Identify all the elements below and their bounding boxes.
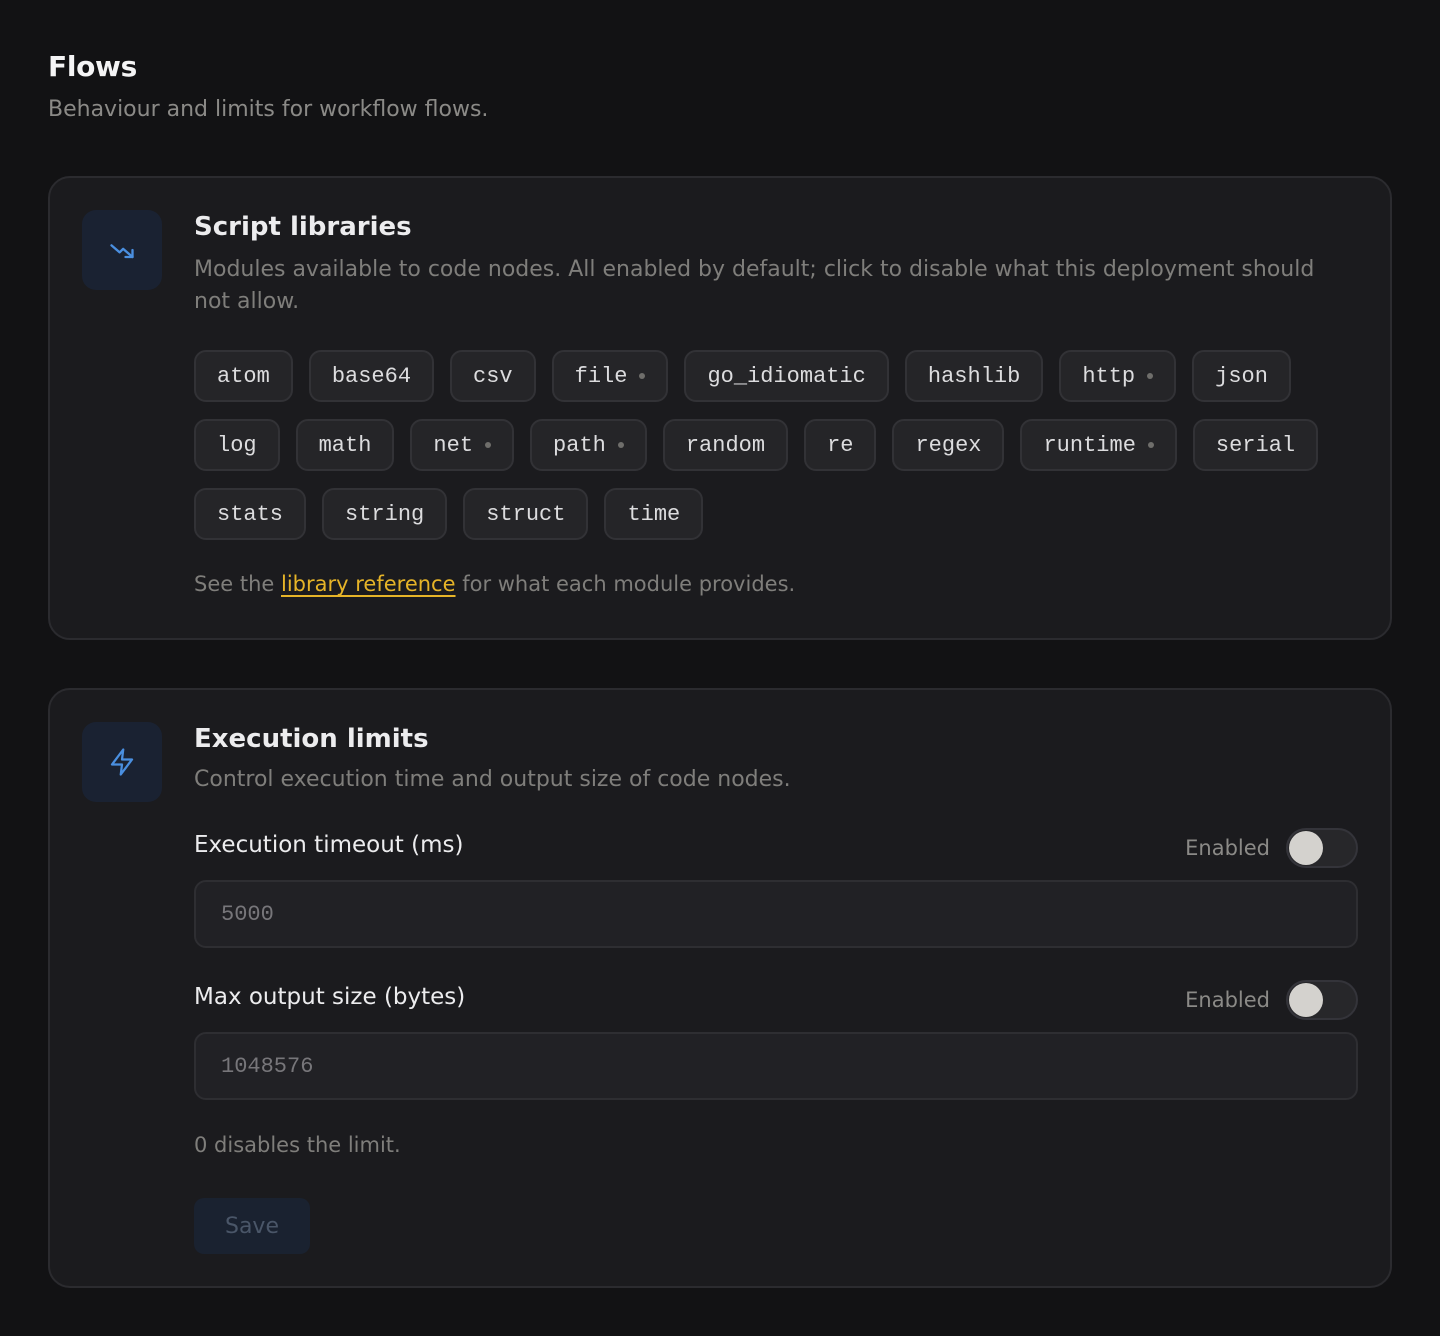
module-chip-string[interactable]: string xyxy=(322,488,448,540)
module-chip-math[interactable]: math xyxy=(295,419,395,471)
module-chip-label: math xyxy=(318,432,372,458)
footnote-suffix: for what each module provides. xyxy=(462,572,796,596)
trending-down-icon xyxy=(82,210,162,290)
module-chip-atom[interactable]: atom xyxy=(194,350,293,402)
module-chip-runtime[interactable]: runtime xyxy=(1020,419,1177,471)
module-chip-list: atom base64 csv file go_idiomatic hashlib http… xyxy=(194,350,1364,540)
module-chip-label: time xyxy=(627,501,681,527)
module-chip-label: file xyxy=(574,363,628,389)
footnote-prefix: See the xyxy=(194,572,275,596)
toggle-knob xyxy=(1289,983,1323,1017)
execution-limits-title: Execution limits xyxy=(194,724,429,754)
execution-timeout-label: Execution timeout (ms) xyxy=(194,832,464,858)
module-chip-json[interactable]: json xyxy=(1192,350,1291,402)
execution-limits-description: Control execution time and output size o… xyxy=(194,767,791,792)
page-title: Flows xyxy=(48,50,137,83)
module-chip-struct[interactable]: struct xyxy=(463,488,589,540)
save-button[interactable]: Save xyxy=(194,1198,310,1254)
execution-timeout-toggle-label: Enabled xyxy=(1185,836,1270,860)
module-chip-label: stats xyxy=(217,501,284,527)
execution-timeout-toggle-group: Enabled xyxy=(1185,828,1358,868)
module-chip-time[interactable]: time xyxy=(604,488,704,540)
module-chip-path[interactable]: path xyxy=(530,419,647,471)
limit-hint: 0 disables the limit. xyxy=(194,1133,401,1157)
settings-page: Flows Behaviour and limits for workflow … xyxy=(0,0,1440,1336)
module-chip-stats[interactable]: stats xyxy=(194,488,307,540)
module-chip-label: runtime xyxy=(1043,432,1136,458)
module-dot-indicator xyxy=(639,373,646,379)
module-chip-label: base64 xyxy=(331,363,412,389)
lightning-icon xyxy=(82,722,162,802)
module-chip-net[interactable]: net xyxy=(410,419,515,471)
module-chip-label: go_idiomatic xyxy=(707,363,866,389)
toggle-knob xyxy=(1289,831,1323,865)
module-chip-label: struct xyxy=(486,501,566,527)
module-chip-label: csv xyxy=(473,363,513,389)
module-chip-label: random xyxy=(685,432,766,458)
max-output-toggle[interactable] xyxy=(1286,980,1358,1020)
module-chip-label: hashlib xyxy=(927,363,1021,389)
max-output-label: Max output size (bytes) xyxy=(194,984,466,1010)
script-libraries-description: Modules available to code nodes. All ena… xyxy=(194,257,1315,314)
module-chip-label: log xyxy=(217,432,257,458)
max-output-toggle-label: Enabled xyxy=(1185,988,1270,1012)
module-chip-label: net xyxy=(433,432,474,458)
module-chip-label: serial xyxy=(1215,432,1296,458)
module-dot-indicator xyxy=(1147,373,1154,379)
module-chip-csv[interactable]: csv xyxy=(450,350,536,402)
max-output-input[interactable] xyxy=(194,1032,1358,1100)
max-output-toggle-group: Enabled xyxy=(1185,980,1358,1020)
module-dot-indicator xyxy=(617,442,624,448)
library-reference-link[interactable]: library reference xyxy=(281,572,456,596)
script-libraries-card: Script libraries Modules available to co… xyxy=(48,176,1392,640)
module-chip-label: http xyxy=(1082,363,1136,389)
page-subtitle: Behaviour and limits for workflow flows. xyxy=(48,97,489,122)
module-dot-indicator xyxy=(1147,442,1154,448)
module-chip-label: path xyxy=(553,432,606,458)
module-chip-go-idiomatic[interactable]: go_idiomatic xyxy=(684,350,889,402)
module-chip-label: regex xyxy=(915,432,982,458)
library-footnote: See the library reference for what each … xyxy=(194,572,795,596)
module-chip-http[interactable]: http xyxy=(1059,350,1177,402)
script-libraries-title: Script libraries xyxy=(194,212,412,242)
module-chip-base64[interactable]: base64 xyxy=(308,350,435,402)
execution-timeout-toggle[interactable] xyxy=(1286,828,1358,868)
module-chip-label: atom xyxy=(217,363,270,389)
module-chip-label: string xyxy=(345,501,425,527)
execution-limits-card: Execution limits Control execution time … xyxy=(48,688,1392,1288)
module-chip-log[interactable]: log xyxy=(194,419,280,471)
module-chip-file[interactable]: file xyxy=(551,350,669,402)
module-chip-serial[interactable]: serial xyxy=(1192,419,1319,471)
module-chip-label: json xyxy=(1215,363,1268,389)
module-chip-regex[interactable]: regex xyxy=(892,419,1005,471)
module-dot-indicator xyxy=(485,442,492,448)
module-chip-label: re xyxy=(827,432,854,458)
module-chip-hashlib[interactable]: hashlib xyxy=(904,350,1044,402)
module-chip-re[interactable]: re xyxy=(804,419,877,471)
execution-timeout-input[interactable] xyxy=(194,880,1358,948)
module-chip-random[interactable]: random xyxy=(662,419,789,471)
